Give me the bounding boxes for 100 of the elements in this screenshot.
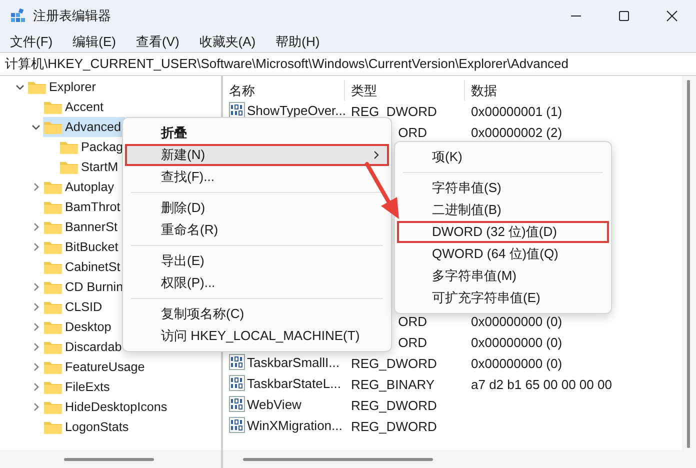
- chevron-right-icon[interactable]: [31, 182, 41, 192]
- binary-value-icon: [229, 354, 245, 370]
- menu-item[interactable]: 收藏夹(A): [197, 33, 258, 51]
- tree-item[interactable]: Explorer: [27, 77, 100, 97]
- column-header[interactable]: 类型: [345, 80, 465, 101]
- scrollbar-thumb[interactable]: [243, 458, 433, 461]
- registry-icon: [10, 8, 26, 24]
- menu-item[interactable]: QWORD (64 位)值(Q): [397, 243, 609, 265]
- menu-item[interactable]: 删除(D): [125, 197, 389, 219]
- window-title: 注册表编辑器: [33, 7, 111, 25]
- folder-icon: [43, 299, 63, 315]
- menu-item[interactable]: 权限(P)...: [125, 272, 389, 294]
- value-name[interactable]: TaskbarStateL...: [229, 375, 341, 391]
- tree-item[interactable]: Packag: [59, 137, 128, 157]
- folder-icon: [43, 219, 63, 235]
- menu-item[interactable]: 可扩充字符串值(E): [397, 287, 609, 309]
- chevron-right-icon[interactable]: [31, 362, 41, 372]
- table-cell-text: ORD: [397, 124, 427, 141]
- folder-icon: [59, 139, 79, 155]
- tree-item[interactable]: StartM: [59, 157, 122, 177]
- chevron-right-icon[interactable]: [31, 322, 41, 332]
- menu-item[interactable]: 访问 HKEY_LOCAL_MACHINE(T): [125, 325, 389, 347]
- chevron-right-icon[interactable]: [31, 382, 41, 392]
- folder-icon: [43, 259, 63, 275]
- menu-item[interactable]: 编辑(E): [70, 33, 118, 51]
- value-name[interactable]: WebView: [229, 396, 302, 412]
- folder-icon: [43, 199, 63, 215]
- chevron-down-icon[interactable]: [31, 122, 41, 132]
- chevron-right-icon[interactable]: [31, 342, 41, 352]
- tree-item[interactable]: CabinetSt: [43, 257, 124, 277]
- column-header[interactable]: 数据: [465, 80, 682, 101]
- menu-item[interactable]: 折叠: [125, 122, 389, 144]
- folder-icon: [43, 319, 63, 335]
- menu-item[interactable]: 文件(F): [8, 33, 55, 51]
- table-cell: 0x00000002 (2): [471, 125, 562, 140]
- tree-item[interactable]: LogonStats: [43, 417, 133, 437]
- table-cell: 0x00000000 (0): [471, 314, 562, 329]
- folder-icon: [43, 119, 63, 135]
- tree-item[interactable]: Accent: [43, 97, 108, 117]
- folder-icon: [27, 79, 47, 95]
- close-icon[interactable]: [666, 10, 678, 22]
- tree-item[interactable]: FileExts: [43, 377, 114, 397]
- menu-item[interactable]: 字符串值(S): [397, 177, 609, 199]
- menu-item[interactable]: 多字符串值(M): [397, 265, 609, 287]
- tree-item[interactable]: Desktop: [43, 317, 116, 337]
- menu-item[interactable]: 查看(V): [134, 33, 182, 51]
- tree-item[interactable]: BitBucket: [43, 237, 122, 257]
- folder-icon: [43, 379, 63, 395]
- folder-icon: [43, 339, 63, 355]
- menu-item[interactable]: 帮助(H): [274, 33, 322, 51]
- tree-item[interactable]: Autoplay: [43, 177, 118, 197]
- tree-item[interactable]: HideDesktopIcons: [43, 397, 172, 417]
- table-cell: 0x00000001 (1): [471, 104, 562, 119]
- chevron-right-icon[interactable]: [31, 402, 41, 412]
- folder-icon: [43, 99, 63, 115]
- folder-icon: [43, 399, 63, 415]
- table-cell-text: REG_BINARY: [351, 376, 436, 393]
- menu-item[interactable]: 重命名(R): [125, 219, 389, 241]
- tree-item[interactable]: FeatureUsage: [43, 357, 149, 377]
- menu-item[interactable]: 导出(E): [125, 250, 389, 272]
- folder-icon: [59, 159, 79, 175]
- folder-icon: [43, 359, 63, 375]
- table-cell-text: REG_DWORD: [351, 103, 438, 120]
- folder-icon: [43, 419, 63, 435]
- menu-item[interactable]: 二进制值(B): [397, 199, 609, 221]
- binary-value-icon: [229, 417, 245, 433]
- tree-item[interactable]: CD Burnin: [43, 277, 128, 297]
- menu-item[interactable]: 查找(F)...: [125, 166, 389, 188]
- tree-item[interactable]: Advanced: [43, 117, 126, 137]
- menu-item[interactable]: 项(K): [397, 146, 609, 168]
- menu-item[interactable]: 新建(N): [125, 144, 389, 166]
- tree-item[interactable]: BamThrot: [43, 197, 124, 217]
- scrollbar-thumb[interactable]: [687, 80, 690, 448]
- value-name[interactable]: TaskbarSmallI...: [229, 354, 340, 370]
- chevron-down-icon[interactable]: [15, 82, 25, 92]
- value-name[interactable]: WinXMigration...: [229, 417, 342, 433]
- scrollbar-thumb[interactable]: [64, 458, 154, 461]
- column-header[interactable]: 名称: [223, 80, 345, 101]
- tree-item[interactable]: CLSID: [43, 297, 106, 317]
- chevron-right-icon[interactable]: [31, 222, 41, 232]
- binary-value-icon: [229, 396, 245, 412]
- chevron-right-icon[interactable]: [31, 242, 41, 252]
- chevron-right-icon[interactable]: [31, 282, 41, 292]
- table-cell-text: REG_DWORD: [351, 397, 438, 414]
- table-cell-text: REG_DWORD: [351, 355, 438, 372]
- folder-icon: [43, 179, 63, 195]
- table-cell: a7 d2 b1 65 00 00 00 00: [471, 377, 612, 392]
- folder-icon: [43, 239, 63, 255]
- tree-item[interactable]: BannerSt: [43, 217, 122, 237]
- folder-icon: [43, 279, 63, 295]
- tree-item[interactable]: Discardab: [43, 337, 126, 357]
- menu-item[interactable]: DWORD (32 位)值(D): [397, 221, 609, 243]
- table-cell: 0x00000000 (0): [471, 356, 562, 371]
- maximize-icon[interactable]: [618, 10, 630, 22]
- address-bar[interactable]: 计算机\HKEY_CURRENT_USER\Software\Microsoft\Windows\CurrentVersion\Explorer\Advanced: [0, 52, 696, 76]
- chevron-right-icon[interactable]: [31, 302, 41, 312]
- menu-item[interactable]: 复制项名称(C): [125, 303, 389, 325]
- binary-value-icon: [229, 375, 245, 391]
- table-cell: 0x00000000 (0): [471, 335, 562, 350]
- value-name[interactable]: ShowTypeOver...: [229, 102, 346, 118]
